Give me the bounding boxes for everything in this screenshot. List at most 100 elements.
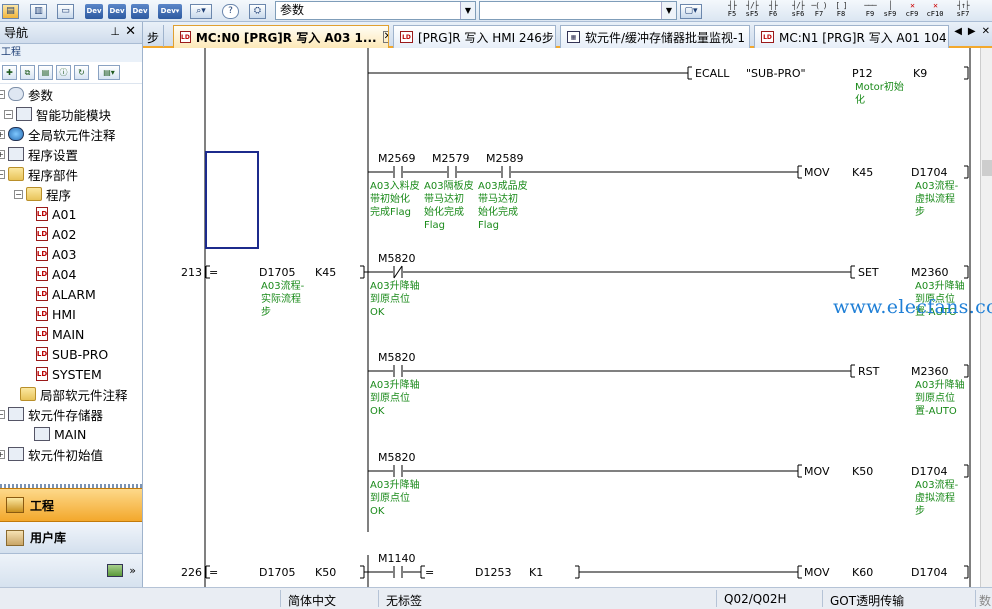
parameter-combo[interactable]: 参数 ▼: [275, 1, 476, 20]
paste-icon[interactable]: ▤: [38, 65, 53, 80]
settings-icon: [8, 147, 24, 161]
tree-item-alarm[interactable]: LD ALARM: [36, 284, 96, 304]
tab-batch-monitor[interactable]: ▦ 软元件/缓冲存储器批量监视-1: [560, 25, 750, 48]
scroll-thumb[interactable]: [982, 160, 992, 176]
tree-item-label: HMI: [52, 306, 76, 322]
tab-prev-icon[interactable]: ◀: [954, 26, 962, 37]
device-write-icon[interactable]: Dev: [108, 2, 126, 20]
tree-item-程序[interactable]: − 程序: [14, 184, 71, 204]
compare-operand: D1253: [475, 566, 511, 579]
tree-item-a01[interactable]: LD A01: [36, 204, 76, 224]
collapse-icon[interactable]: −: [4, 109, 13, 119]
project-icon[interactable]: ▤: [2, 2, 19, 20]
page-icon[interactable]: ▢▾: [680, 2, 702, 20]
chevron-down-icon[interactable]: ▼: [460, 2, 475, 19]
main-toolbar: ▤ ▥ ▭ Dev Dev Dev Dev▾ ⌕▾ ? ⛭ 参数 ▼ ▼ ▢▾ ┤…: [0, 0, 992, 22]
second-combo[interactable]: ▼: [479, 1, 677, 20]
collapse-icon[interactable]: −: [14, 189, 23, 199]
tree-item-智能功能模块[interactable]: − 智能功能模块: [4, 104, 111, 124]
ladder-symbol-button-sf6[interactable]: ┤/├ sF6: [788, 1, 808, 21]
more-icon[interactable]: »: [129, 564, 136, 577]
tree-item-a03[interactable]: LD A03: [36, 244, 76, 264]
tree-item-hmi[interactable]: LD HMI: [36, 304, 76, 324]
collapse-icon[interactable]: −: [0, 89, 5, 99]
tree-item-main[interactable]: MAIN: [34, 424, 86, 444]
collapse-icon[interactable]: −: [0, 409, 5, 419]
status-separator: [378, 590, 379, 607]
ladder-symbol-button-sf9[interactable]: │ sF9: [880, 1, 900, 21]
user-library-button[interactable]: 用户库: [0, 522, 142, 554]
tab-close-icon[interactable]: ✕: [982, 26, 990, 37]
device-read-icon[interactable]: Dev: [85, 2, 103, 20]
help-icon[interactable]: ?: [222, 2, 239, 20]
compare-operand: K50: [315, 566, 336, 579]
program-icon: LD: [36, 287, 48, 301]
chevron-down-icon[interactable]: ▼: [661, 2, 676, 19]
collapse-icon[interactable]: −: [0, 169, 5, 179]
folder-icon: [26, 187, 42, 201]
tree-item-main[interactable]: LD MAIN: [36, 324, 84, 344]
ladder-symbol-button-f5[interactable]: ┤├ F5: [722, 1, 742, 21]
filter-icon[interactable]: ▤▾: [98, 65, 120, 80]
screen-icon[interactable]: [107, 564, 124, 577]
project-pane-button[interactable]: 工程: [0, 488, 142, 522]
tab-navigation: ◀ ▶ ✕: [954, 26, 990, 37]
tree-item-a04[interactable]: LD A04: [36, 264, 76, 284]
tab-a01[interactable]: LD MC:N1 [PRG]R 写入 A01 104: [754, 25, 949, 48]
compare-operator: =: [425, 566, 434, 579]
memory-icon: [34, 427, 50, 441]
pin-icon[interactable]: ⊥: [110, 25, 120, 38]
step-number: 226: [181, 566, 202, 579]
ladder-symbol-button-f8[interactable]: [ ] F8: [831, 1, 851, 21]
refresh-icon[interactable]: ↻: [74, 65, 89, 80]
tree-item-软元件存储器[interactable]: − 软元件存储器: [0, 404, 103, 424]
compare-operator: =: [209, 566, 218, 579]
compare-operand: D1705: [259, 566, 295, 579]
ladder-symbol-button-cf9[interactable]: ✕ cF9: [902, 1, 922, 21]
status-separator: [822, 590, 823, 607]
ladder-symbol-button-sf5[interactable]: ┤/├ sF5: [742, 1, 762, 21]
ladder-program-icon: LD: [400, 31, 413, 43]
tab-label: MC:N0 [PRG]R 写入 A03 1...: [195, 30, 377, 45]
find-icon[interactable]: ⌕▾: [190, 2, 212, 20]
tree-item-label: 局部软元件注释: [40, 387, 128, 403]
copy-icon[interactable]: ⧉: [20, 65, 35, 80]
tab-next-icon[interactable]: ▶: [968, 26, 976, 37]
expand-icon[interactable]: +: [0, 129, 5, 139]
tree-item-label: 程序设置: [28, 147, 79, 163]
expand-icon[interactable]: +: [0, 449, 5, 459]
close-icon[interactable]: ✕: [125, 24, 136, 39]
device-comment: 化: [855, 93, 865, 106]
tree-item-参数[interactable]: − 参数: [0, 84, 53, 104]
window-icon[interactable]: ▭: [57, 2, 74, 20]
compare-operand: K1: [529, 566, 543, 579]
device-verify-icon[interactable]: Dev: [131, 2, 149, 20]
ladder-symbol-button-f6[interactable]: ┤├ F6: [763, 1, 783, 21]
expand-icon[interactable]: +: [0, 149, 5, 159]
compare-operator: =: [209, 266, 218, 279]
ladder-symbol-button-sf7[interactable]: ┤↑├ sF7: [953, 1, 973, 21]
instruction-mnemonic: ECALL: [695, 67, 730, 80]
tree-item-局部软元件注释[interactable]: 局部软元件注释: [20, 384, 128, 404]
tab-a03[interactable]: LD MC:N0 [PRG]R 写入 A03 1... ✕: [173, 25, 389, 48]
nav-title: 导航: [4, 26, 29, 40]
tab-hmi[interactable]: LD [PRG]R 写入 HMI 246步: [393, 25, 556, 48]
tree-item-程序部件[interactable]: − 程序部件: [0, 164, 78, 184]
tree-item-sub-pro[interactable]: LD SUB-PRO: [36, 344, 108, 364]
new-icon[interactable]: ✚: [2, 65, 17, 80]
device-comment: 完成Flag: [370, 205, 411, 218]
tree-item-全局软元件注释[interactable]: + 全局软元件注释: [0, 124, 116, 144]
tree-item-a02[interactable]: LD A02: [36, 224, 76, 244]
properties-icon[interactable]: ⓘ: [56, 65, 71, 80]
ladder-symbol-button-f7[interactable]: ─( ) F7: [809, 1, 829, 21]
device-monitor-icon[interactable]: Dev▾: [158, 2, 182, 20]
tree-item-程序设置[interactable]: + 程序设置: [0, 144, 78, 164]
ladder-symbol-button-f9[interactable]: ─── F9: [860, 1, 880, 21]
ladder-view-icon[interactable]: ▥: [30, 2, 47, 20]
tree-item-system[interactable]: LD SYSTEM: [36, 364, 102, 384]
tree-item-软元件初始值[interactable]: + 软元件初始值: [0, 444, 103, 464]
close-icon[interactable]: ✕: [382, 31, 388, 43]
binoculars-icon[interactable]: ⛭: [249, 2, 266, 20]
selection-cursor: [205, 151, 259, 249]
ladder-symbol-button-cf10[interactable]: ✕ cF10: [925, 1, 945, 21]
